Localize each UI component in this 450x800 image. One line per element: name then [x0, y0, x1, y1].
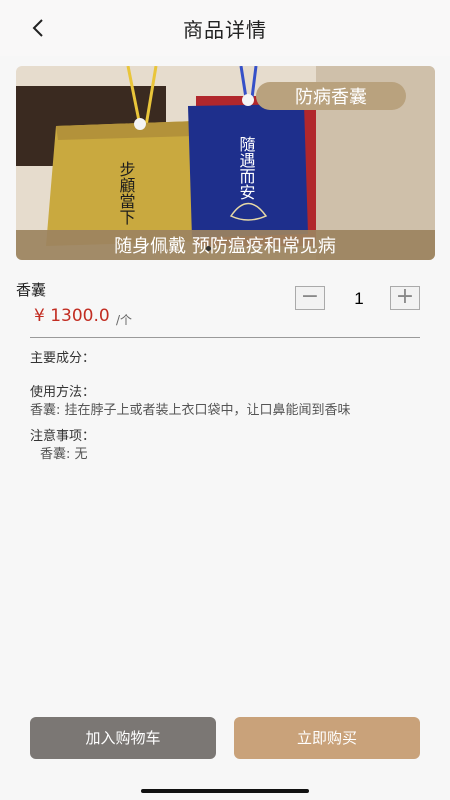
product-price: ¥ 1300.0 [34, 306, 110, 326]
pouch-right-text: 隨遇而安 [237, 136, 256, 200]
price-unit: /个 [116, 313, 133, 327]
quantity-stepper: − + [295, 286, 420, 312]
ingredients-label: 主要成分： [30, 351, 96, 366]
pouch-left-text: 步顧當下 [117, 161, 136, 225]
increase-quantity-button[interactable]: + [390, 286, 420, 310]
quantity-input[interactable] [327, 286, 391, 312]
product-name: 香囊 [16, 281, 47, 299]
notes-label: 注意事项： [30, 429, 96, 444]
usage-text: 香囊: 挂在脖子上或者装上衣口袋中，让口鼻能闻到香味 [30, 403, 351, 418]
add-to-cart-button[interactable]: 加入购物车 [30, 717, 216, 759]
notes-text: 香囊: 无 [40, 447, 88, 462]
usage-label: 使用方法： [30, 385, 96, 400]
banner-bottom-text: 随身佩戴 预防瘟疫和常见病 [114, 236, 336, 257]
section-divider [30, 337, 420, 338]
banner-top-text: 防病香囊 [295, 87, 367, 108]
decrease-quantity-button[interactable]: − [295, 286, 325, 310]
product-image-banner[interactable]: 防病香囊 步顧當下 隨遇而安 随身佩戴 预防瘟疫和常见病 [16, 66, 435, 260]
home-indicator [141, 789, 309, 793]
header-bar: 商品详情 [0, 0, 450, 56]
carousel-indicator [206, 246, 211, 251]
page-title: 商品详情 [183, 18, 267, 42]
buy-now-button[interactable]: 立即购买 [234, 717, 420, 759]
product-photo: 防病香囊 步顧當下 隨遇而安 随身佩戴 预防瘟疫和常见病 [16, 66, 435, 260]
